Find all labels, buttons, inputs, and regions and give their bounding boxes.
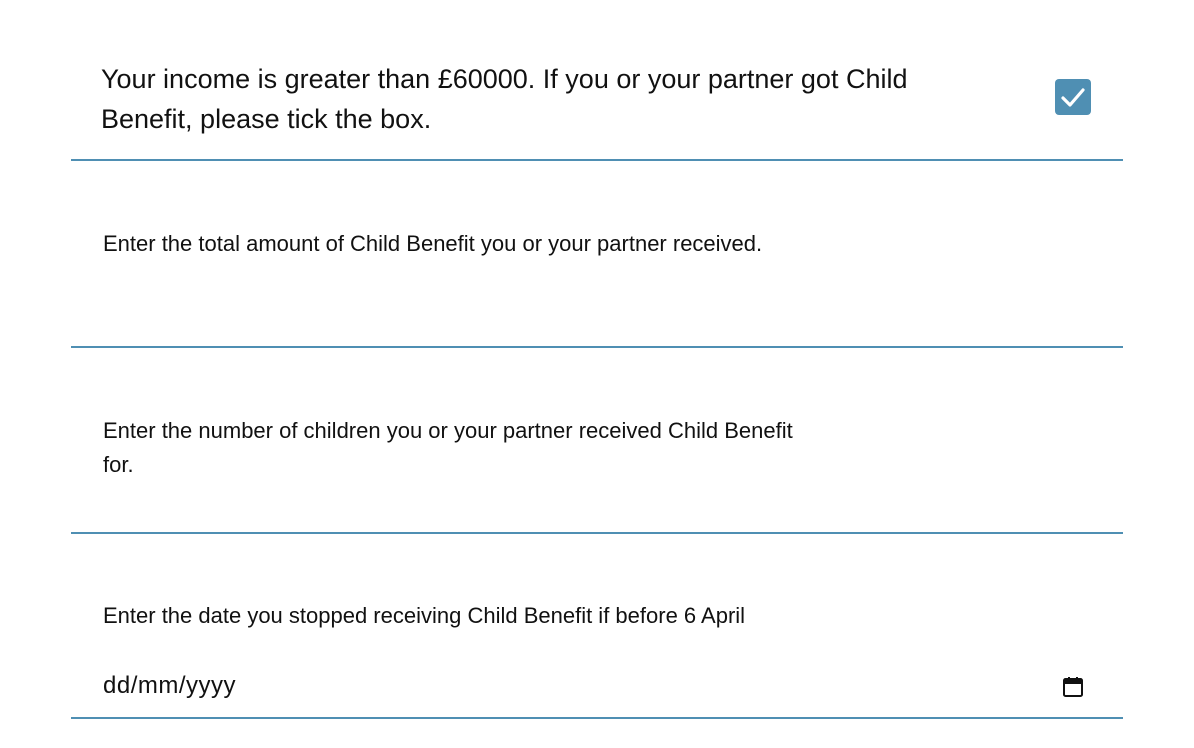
amount-field-label: Enter the total amount of Child Benefit …	[103, 231, 763, 256]
children-input[interactable]	[103, 490, 1083, 524]
amount-field-row: Enter the total amount of Child Benefit …	[71, 161, 1123, 348]
income-question-text: Your income is greater than £60000. If y…	[101, 64, 908, 134]
date-placeholder: dd/mm/yyyy	[103, 672, 237, 699]
checkmark-icon	[1061, 88, 1085, 107]
child-benefit-form: Your income is greater than £60000. If y…	[0, 0, 1194, 748]
children-field-label: Enter the number of children you or your…	[103, 418, 793, 477]
date-field-label: Enter the date you stopped receiving Chi…	[103, 603, 746, 628]
date-input[interactable]: dd/mm/yyyy	[103, 670, 1093, 706]
calendar-icon[interactable]	[1061, 675, 1085, 699]
amount-input[interactable]	[103, 304, 1083, 338]
children-field-row: Enter the number of children you or your…	[71, 348, 1123, 534]
date-field-row: Enter the date you stopped receiving Chi…	[71, 534, 1123, 719]
income-question-row: Your income is greater than £60000. If y…	[71, 0, 1123, 161]
child-benefit-checkbox[interactable]	[1055, 79, 1091, 115]
